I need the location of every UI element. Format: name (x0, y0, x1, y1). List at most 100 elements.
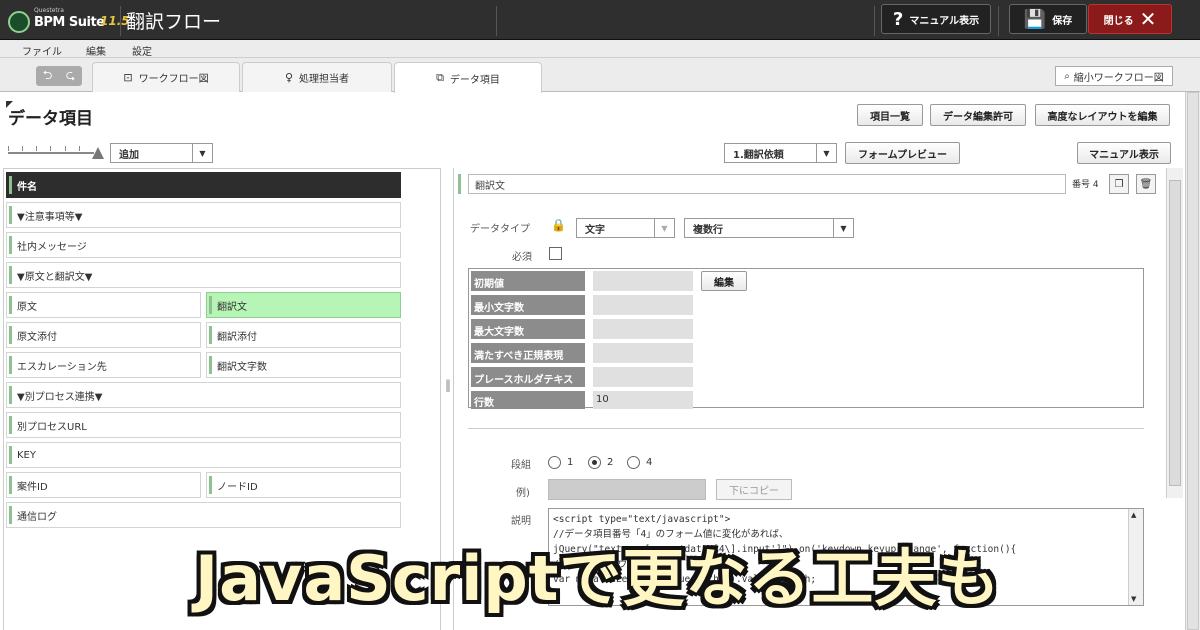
field-item[interactable]: 社内メッセージ (6, 232, 401, 258)
save-button-label: 保存 (1052, 15, 1073, 27)
app-title: 翻訳フロー (126, 11, 222, 33)
item-list-button[interactable]: 項目一覧 (857, 104, 923, 126)
redo-icon[interactable]: ⮎ (66, 66, 76, 87)
field-name-input[interactable] (468, 174, 1066, 194)
undo-icon[interactable]: ⮌ (43, 66, 53, 87)
example-input[interactable] (548, 479, 706, 500)
manual-show-button[interactable]: マニュアル表示 (1077, 142, 1171, 164)
field-item[interactable]: ▼原文と翻訳文▼ (6, 262, 401, 288)
description-scrollbar[interactable]: ▲ ▼ (1128, 509, 1143, 605)
menu-file[interactable]: ファイル (22, 43, 62, 58)
scrollbar-thumb[interactable] (1169, 180, 1181, 486)
detail-scrollbar[interactable] (1166, 168, 1183, 498)
logo-small-text: Questetra (34, 7, 64, 14)
save-button[interactable]: 💾 保存 (1009, 4, 1087, 34)
field-item[interactable]: ▼注意事項等▼ (6, 202, 401, 228)
prop-key: 最大文字数 (471, 319, 585, 339)
description-label: 説明 (511, 516, 531, 527)
scroll-up-icon[interactable]: ▲ (1131, 511, 1136, 519)
data-edit-permission-button[interactable]: データ編集許可 (930, 104, 1026, 126)
advanced-layout-button[interactable]: 高度なレイアウトを編集 (1035, 104, 1170, 126)
datatype-label: データタイプ (470, 224, 530, 235)
tab-assignee[interactable]: ♀ 処理担当者 (242, 62, 392, 92)
trash-icon[interactable]: 🗑 (1136, 174, 1156, 194)
example-label: 例) (516, 488, 530, 499)
field-item-selected[interactable]: 翻訳文 (206, 292, 401, 318)
field-item[interactable]: KEY (6, 442, 401, 468)
field-item[interactable]: 原文添付 (6, 322, 201, 348)
field-item[interactable]: 別プロセスURL (6, 412, 401, 438)
prop-value[interactable] (593, 271, 693, 291)
column-radio-1[interactable] (548, 456, 561, 469)
menu-settings[interactable]: 設定 (132, 43, 152, 58)
tab-label: 処理担当者 (299, 74, 350, 85)
close-button-label: 閉じる (1103, 15, 1134, 27)
overlay-caption: JavaScriptで更なる工夫も (195, 542, 1001, 615)
panel-splitter-handle[interactable]: ‖ (445, 378, 451, 392)
logo-mark-icon (8, 11, 30, 33)
prop-value[interactable] (593, 343, 693, 363)
menu-edit[interactable]: 編集 (86, 43, 106, 58)
tab-label: データ項目 (449, 74, 500, 86)
field-item[interactable]: エスカレーション先 (6, 352, 201, 378)
slider-thumb[interactable] (92, 147, 104, 159)
column-radio-2[interactable] (588, 456, 601, 469)
form-preview-button[interactable]: フォームプレビュー (845, 142, 960, 164)
column-radio-label: 2 (607, 457, 614, 468)
field-item[interactable]: 通信ログ (6, 502, 401, 528)
copy-down-button[interactable]: 下にコピー (716, 479, 792, 500)
prop-value[interactable] (593, 319, 693, 339)
dropdown-arrow-icon: ▼ (192, 144, 212, 162)
scroll-down-icon[interactable]: ▼ (1131, 595, 1136, 603)
scrollbar-thumb[interactable] (1187, 92, 1199, 630)
tabs-row: ⮌ ⮎ ⊡ ワークフロー図 ♀ 処理担当者 ⧉ データ項目 ⌕ 縮小ワークフロー… (0, 58, 1200, 93)
edit-button[interactable]: 編集 (701, 271, 747, 291)
multiline-select[interactable]: 複数行 ▼ (684, 218, 854, 238)
field-item[interactable]: 原文 (6, 292, 201, 318)
manual-button-label: マニュアル表示 (909, 15, 980, 27)
copy-icon[interactable]: ❐ (1109, 174, 1129, 194)
datatype-select[interactable]: 文字 ▼ (576, 218, 675, 238)
add-select[interactable]: 追加 ▼ (110, 143, 213, 163)
step-select[interactable]: 1.翻訳依頼 ▼ (724, 143, 837, 163)
field-color-mark (458, 174, 461, 194)
field-item[interactable]: ノードID (206, 472, 401, 498)
field-item[interactable]: 翻訳文字数 (206, 352, 401, 378)
person-icon: ♀ (284, 71, 294, 84)
tab-workflow[interactable]: ⊡ ワークフロー図 (92, 62, 240, 92)
prop-value[interactable] (593, 295, 693, 315)
tab-data-items[interactable]: ⧉ データ項目 (394, 62, 542, 93)
zoom-slider[interactable] (8, 144, 104, 160)
prop-row: 行数 10 (471, 391, 693, 409)
close-button[interactable]: 閉じる ✕ (1088, 4, 1172, 34)
prop-value[interactable]: 10 (593, 391, 693, 409)
manual-button[interactable]: ? マニュアル表示 (881, 4, 991, 34)
prop-key: プレースホルダテキスト (471, 367, 585, 401)
field-item[interactable]: 案件ID (6, 472, 201, 498)
mini-workflow-button[interactable]: ⌕ 縮小ワークフロー図 (1055, 66, 1173, 86)
slider-tick (22, 146, 23, 151)
field-item[interactable]: ▼別プロセス連携▼ (6, 382, 401, 408)
slider-tick (50, 146, 51, 151)
undo-redo[interactable]: ⮌ ⮎ (36, 66, 82, 86)
field-item[interactable]: 翻訳添付 (206, 322, 401, 348)
logo-name: BPM Suite (34, 15, 105, 30)
help-icon: ? (892, 8, 904, 30)
field-number: 番号 4 (1072, 180, 1099, 190)
column-radio-4[interactable] (627, 456, 640, 469)
divider (874, 6, 875, 36)
prop-row: プレースホルダテキスト (471, 367, 693, 401)
dropdown-arrow-icon: ▼ (833, 219, 853, 237)
required-checkbox[interactable] (549, 247, 562, 260)
prop-row: 最小文字数 (471, 295, 693, 315)
page-scrollbar[interactable] (1185, 92, 1200, 630)
prop-row: 満たすべき正規表現 (471, 343, 693, 363)
mini-workflow-label: 縮小ワークフロー図 (1073, 72, 1164, 84)
prop-key: 行数 (471, 391, 585, 409)
prop-row: 初期値 (471, 271, 693, 291)
field-item[interactable]: 件名 (6, 172, 401, 198)
prop-value[interactable] (593, 367, 693, 387)
lock-icon: 🔒 (551, 218, 566, 232)
column-radio-label: 1 (567, 457, 574, 468)
close-icon: ✕ (1139, 7, 1157, 31)
